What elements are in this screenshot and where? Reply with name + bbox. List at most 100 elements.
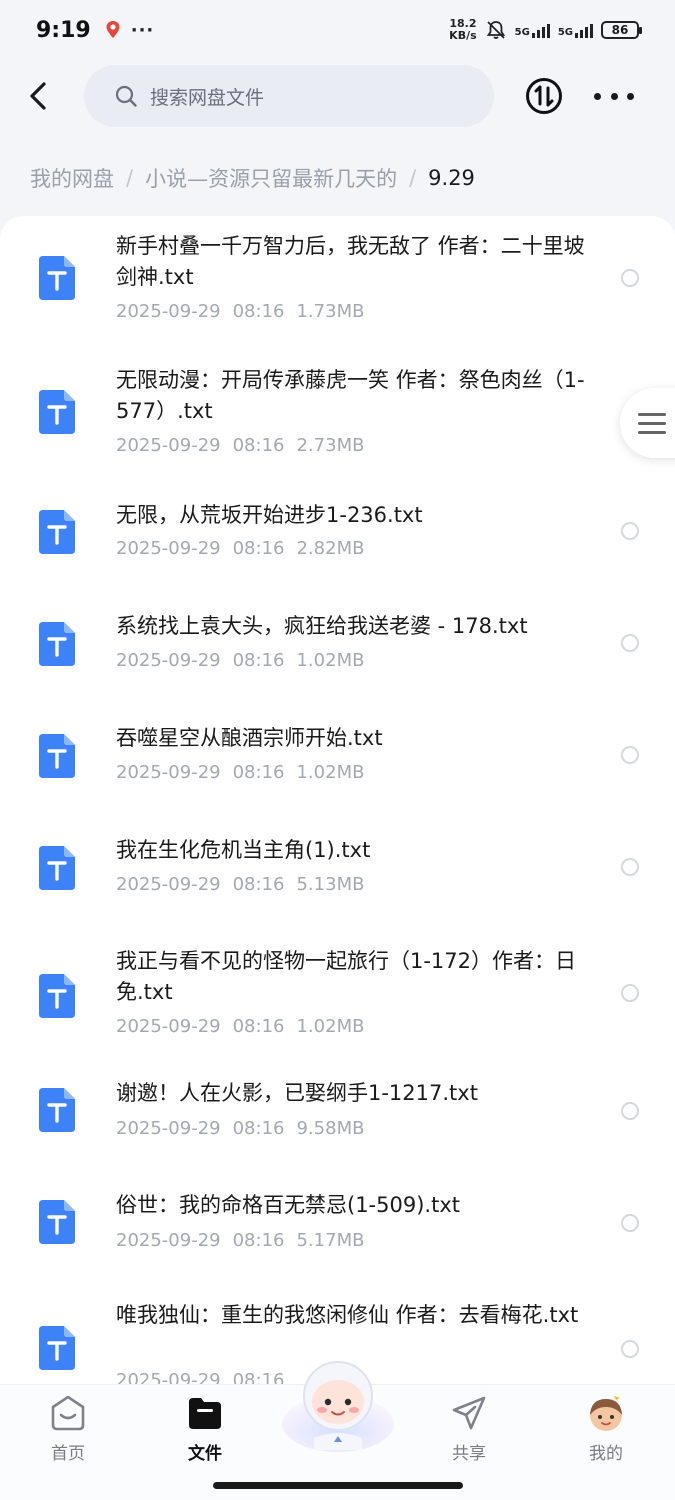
transfer-icon[interactable] [525,77,563,115]
file-name: 新手村叠一千万智力后，我无敌了 作者：二十里坡剑神.txt [116,234,585,289]
file-time: 08:16 [232,435,285,456]
back-arrow-icon[interactable] [22,78,58,114]
file-size: 5.13MB [296,874,365,895]
txt-file-icon [39,734,75,778]
file-name: 俗世：我的命格百无禁忌(1-509).txt [116,1193,460,1217]
list-item[interactable]: 谢邀！人在火影，已娶纲手1-1217.txt 2025-09-29 08:16 9.… [0,1076,675,1172]
file-name: 我正与看不见的怪物一起旅行（1-172）作者：日免.txt [116,949,577,1004]
file-meta: 2025-09-29 08:16 1.73MB [116,301,376,322]
file-meta: 2025-09-29 08:16 1.02MB [116,1016,376,1037]
paper-plane-icon [452,1396,486,1430]
search-placeholder: 搜索网盘文件 [150,86,265,109]
status-bar: 9:19 ··· 18.2 KB/s 5G 5G 86 [0,0,675,60]
file-time: 08:16 [232,650,285,671]
select-checkbox[interactable] [621,1102,639,1120]
signal-1-label: 5G [514,27,530,38]
file-name: 无限，从荒坂开始进步1-236.txt [116,503,423,527]
dot-icon [610,92,618,100]
txt-file-icon [39,256,75,300]
assistant-mascot-icon[interactable] [278,1352,398,1456]
file-size: 2.73MB [296,435,365,456]
file-time: 08:16 [232,762,285,783]
list-item[interactable]: 吞噬星空从酿酒宗师开始.txt 2025-09-29 08:16 1.02MB [0,710,675,806]
status-more-indicator: ··· [130,19,155,41]
txt-file-icon [39,510,75,554]
breadcrumb-separator: / [126,166,134,190]
file-date: 2025-09-29 [116,874,221,895]
breadcrumb-item-folder[interactable]: 小说—资源只留最新几天的 [145,163,397,193]
file-time: 08:16 [232,1118,285,1139]
txt-file-icon [39,1326,75,1370]
folder-icon [189,1398,221,1429]
file-size: 1.02MB [296,1016,365,1037]
file-date: 2025-09-29 [116,650,221,671]
avatar-icon [590,1396,622,1431]
file-size: 5.17MB [296,1230,365,1251]
file-meta: 2025-09-29 08:16 1.02MB [116,650,376,671]
txt-file-icon [39,1088,75,1132]
tab-files[interactable]: 文件 [160,1393,250,1464]
file-name: 系统找上袁大头，疯狂给我送老婆 - 178.txt [116,614,528,638]
list-item[interactable]: 我在生化危机当主角(1).txt 2025-09-29 08:16 5.13MB [0,822,675,918]
more-options-button[interactable] [594,82,634,110]
list-item[interactable]: 新手村叠一千万智力后，我无敌了 作者：二十里坡剑神.txt 2025-09-29… [0,216,675,336]
file-time: 08:16 [232,301,285,322]
tab-home-label: 首页 [51,1444,85,1464]
tab-mine[interactable]: 我的 [561,1393,651,1464]
file-name: 谢邀！人在火影，已娶纲手1-1217.txt [116,1081,478,1105]
breadcrumb: 我的网盘 / 小说—资源只留最新几天的 / 9.29 [30,160,475,196]
list-item[interactable]: 俗世：我的命格百无禁忌(1-509).txt 2025-09-29 08:16 5.… [0,1188,675,1284]
list-item[interactable]: 无限动漫：开局传承藤虎一笑 作者：祭色肉丝（1-577）.txt 2025-09… [0,350,675,470]
signal-bars-icon [531,22,550,38]
tab-home[interactable]: 首页 [23,1393,113,1464]
breadcrumb-item-root[interactable]: 我的网盘 [30,163,114,193]
file-time: 08:16 [232,538,285,559]
select-checkbox[interactable] [621,522,639,540]
mute-bell-icon [486,21,505,39]
menu-line-icon [638,412,666,416]
list-item[interactable]: 系统找上袁大头，疯狂给我送老婆 - 178.txt 2025-09-29 08:1… [0,598,675,694]
file-name: 无限动漫：开局传承藤虎一笑 作者：祭色肉丝（1-577）.txt [116,368,585,423]
tab-mine-label: 我的 [589,1444,623,1464]
file-meta: 2025-09-29 08:16 5.13MB [116,874,376,895]
top-header: 搜索网盘文件 [0,60,675,132]
home-indicator[interactable] [213,1482,463,1489]
list-item[interactable]: 无限，从荒坂开始进步1-236.txt 2025-09-29 08:16 2.82M… [0,486,675,582]
txt-file-icon [39,1200,75,1244]
battery-icon: 86 [601,21,642,39]
file-name: 我在生化危机当主角(1).txt [116,838,371,862]
status-right-group: 18.2 KB/s 5G 5G 86 [449,18,642,42]
select-checkbox[interactable] [621,858,639,876]
file-name: 吞噬星空从酿酒宗师开始.txt [116,726,383,750]
select-checkbox[interactable] [621,984,639,1002]
net-speed-unit: KB/s [449,29,477,42]
file-date: 2025-09-29 [116,762,221,783]
signal-2-label: 5G [557,27,573,38]
txt-file-icon [39,974,75,1018]
signal-bars-icon [575,22,593,38]
file-time: 08:16 [232,1230,285,1251]
tab-share[interactable]: 共享 [424,1393,514,1464]
file-list: 新手村叠一千万智力后，我无敌了 作者：二十里坡剑神.txt 2025-09-29… [0,216,675,1416]
file-size: 9.58MB [296,1118,365,1139]
file-date: 2025-09-29 [116,538,221,559]
list-item[interactable]: 我正与看不见的怪物一起旅行（1-172）作者：日免.txt 2025-09-29… [0,934,675,1054]
search-input[interactable]: 搜索网盘文件 [84,65,494,127]
select-checkbox[interactable] [621,269,639,287]
select-checkbox[interactable] [621,1340,639,1358]
file-meta: 2025-09-29 08:16 2.73MB [116,435,376,456]
file-date: 2025-09-29 [116,1230,221,1251]
file-size: 1.02MB [296,762,365,783]
select-checkbox[interactable] [621,746,639,764]
file-size: 2.82MB [296,538,365,559]
file-meta: 2025-09-29 08:16 5.17MB [116,1230,376,1251]
txt-file-icon [39,622,75,666]
dot-icon [627,92,634,100]
select-checkbox[interactable] [621,1214,639,1232]
file-time: 08:16 [232,874,285,895]
breadcrumb-separator: / [409,166,417,190]
signal-2: 5G [558,22,593,38]
signal-1: 5G [515,22,550,38]
search-icon [115,85,137,107]
select-checkbox[interactable] [621,634,639,652]
